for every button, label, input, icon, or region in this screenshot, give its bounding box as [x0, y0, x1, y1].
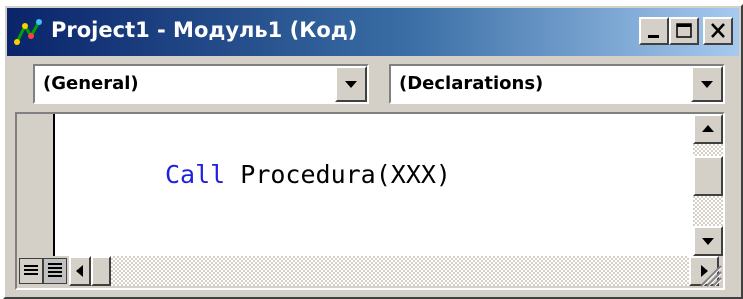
resize-grip-icon[interactable] [693, 258, 723, 288]
horizontal-scrollbar[interactable] [91, 256, 689, 286]
vertical-scrollbar[interactable] [693, 114, 723, 256]
margin-indicator-bar[interactable] [17, 114, 55, 256]
code-text-area[interactable]: Call Procedura(XXX) [55, 114, 709, 256]
procedure-combo[interactable]: (Declarations) [389, 64, 725, 104]
title-bar[interactable]: Project1 - Модуль1 (Код) [7, 8, 739, 56]
close-icon [711, 23, 725, 38]
scroll-left-button[interactable] [69, 256, 91, 286]
full-module-view-icon [48, 263, 62, 277]
vertical-scroll-thumb[interactable] [693, 156, 723, 196]
procedure-combo-dropdown-button[interactable] [691, 66, 723, 102]
scroll-down-button[interactable] [693, 226, 723, 256]
arrow-down-icon [702, 238, 714, 245]
code-line: Call Procedura(XXX) [165, 160, 451, 189]
procedure-view-icon [24, 265, 38, 275]
procedure-combo-value: (Declarations) [399, 73, 544, 94]
code-text: Procedura(XXX) [225, 160, 451, 189]
maximize-icon [676, 23, 692, 38]
object-combo-dropdown-button[interactable] [335, 66, 367, 102]
arrow-left-icon [76, 265, 83, 277]
code-keyword: Call [165, 160, 226, 189]
chevron-down-icon [345, 81, 357, 88]
procedure-view-button[interactable] [19, 258, 43, 284]
object-combo-value: (General) [43, 73, 139, 94]
editor-bottom-bar [17, 256, 723, 288]
horizontal-scroll-thumb[interactable] [91, 256, 111, 286]
code-editor: Call Procedura(XXX) [15, 112, 725, 290]
chevron-down-icon [701, 81, 713, 88]
scroll-up-button[interactable] [693, 114, 723, 144]
close-button[interactable] [703, 17, 733, 45]
minimize-button[interactable] [639, 17, 669, 45]
maximize-button[interactable] [669, 17, 699, 45]
full-module-view-button[interactable] [43, 258, 67, 284]
vb-project-icon [14, 19, 42, 45]
arrow-up-icon [702, 125, 714, 132]
minimize-icon [648, 35, 659, 38]
object-combo[interactable]: (General) [33, 64, 369, 104]
window-title: Project1 - Модуль1 (Код) [51, 18, 358, 42]
code-window: Project1 - Модуль1 (Код) (General) (Decl… [3, 4, 743, 299]
